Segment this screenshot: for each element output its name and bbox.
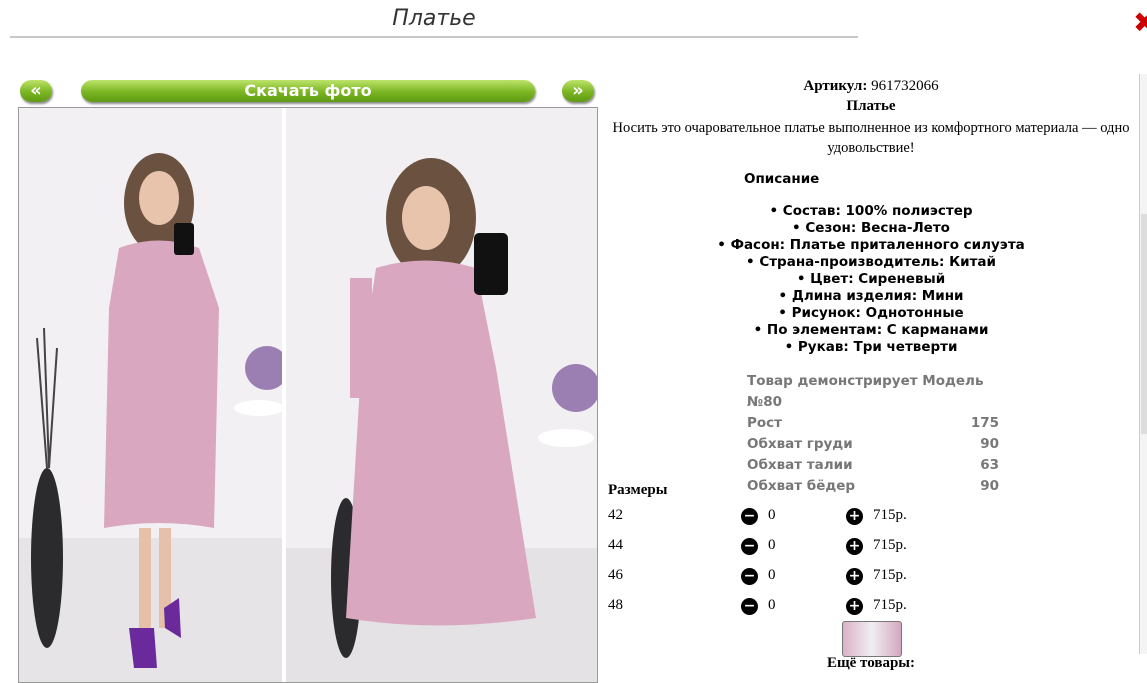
model-row: Обхват бёдер 90	[747, 476, 999, 497]
feature-item: • Рукав: Три четверти	[784, 339, 958, 355]
product-thumbnail[interactable]	[842, 621, 902, 657]
model-heading: Товар демонстрирует Модель №80	[747, 373, 984, 410]
feature-item: • Длина изделия: Мини	[778, 288, 964, 304]
feature-item: • Состав: 100% полиэстер	[769, 203, 973, 219]
size-quantity: 0	[768, 537, 776, 553]
size-price: 715р.	[873, 567, 907, 583]
size-row: 46 − 0 + 715р.	[608, 567, 928, 587]
feature-item: • По элементам: С карманами	[753, 322, 989, 338]
download-photo-button[interactable]: Скачать фото	[81, 80, 535, 102]
model-row-value: 90	[980, 436, 999, 452]
feature-item: • Сезон: Весна-Лето	[792, 220, 950, 236]
size-row: 48 − 0 + 715р.	[608, 597, 928, 617]
minus-circle-icon[interactable]: −	[741, 598, 758, 615]
size-label: 42	[608, 507, 623, 523]
model-row-value: 90	[980, 478, 999, 494]
minus-circle-icon[interactable]: −	[741, 538, 758, 555]
dress-photo-selfie[interactable]	[286, 108, 597, 682]
size-price: 715р.	[873, 537, 907, 553]
feature-item: • Страна-производитель: Китай	[745, 254, 996, 270]
model-row-value: 63	[980, 457, 999, 473]
model-row-label: Обхват груди	[747, 436, 853, 452]
size-label: 46	[608, 567, 623, 583]
plus-circle-icon[interactable]: +	[846, 538, 863, 555]
next-photo-button[interactable]: »	[562, 80, 594, 102]
dress-photo-front[interactable]	[19, 108, 282, 682]
size-quantity: 0	[768, 597, 776, 613]
close-icon[interactable]: ✖	[1133, 8, 1147, 38]
plus-circle-icon[interactable]: +	[846, 598, 863, 615]
title-divider	[10, 36, 858, 38]
model-row-label: Рост	[747, 415, 782, 431]
product-tagline: Носить это очаровательное платье выполне…	[612, 120, 1130, 156]
more-products-heading: Ещё товары:	[826, 655, 916, 671]
feature-item: • Цвет: Сиреневый	[796, 271, 946, 287]
feature-item: • Рисунок: Однотонные	[778, 305, 964, 321]
feature-list: • Состав: 100% полиэстер • Сезон: Весна-…	[598, 203, 1144, 356]
model-row: Обхват груди 90	[747, 434, 999, 455]
page-title: Платье	[392, 6, 476, 31]
size-row: 44 − 0 + 715р.	[608, 537, 928, 557]
model-row-label: Обхват бёдер	[747, 478, 856, 494]
model-measurements: Товар демонстрирует Модель №80 Рост 175 …	[747, 371, 999, 497]
plus-circle-icon[interactable]: +	[846, 508, 863, 525]
model-row-label: Обхват талии	[747, 457, 853, 473]
description-heading: Описание	[744, 171, 820, 187]
size-label: 44	[608, 537, 623, 553]
article-label: Артикул:	[803, 78, 868, 94]
article-value: 961732066	[871, 78, 939, 94]
minus-circle-icon[interactable]: −	[741, 508, 758, 525]
plus-circle-icon[interactable]: +	[846, 568, 863, 585]
model-row: Обхват талии 63	[747, 455, 999, 476]
scrollbar-thumb[interactable]	[1141, 214, 1147, 434]
article-line: Артикул: 961732066	[598, 78, 1144, 95]
size-row: 42 − 0 + 715р.	[608, 507, 928, 527]
model-row: Рост 175	[747, 413, 999, 434]
minus-circle-icon[interactable]: −	[741, 568, 758, 585]
scrollbar[interactable]	[1139, 74, 1147, 654]
size-price: 715р.	[873, 597, 907, 613]
sizes-heading: Размеры	[608, 482, 668, 498]
photo-gallery	[18, 107, 598, 683]
size-quantity: 0	[768, 567, 776, 583]
feature-item: • Фасон: Платье приталенного силуэта	[717, 237, 1025, 253]
product-name: Платье	[846, 98, 896, 114]
prev-photo-button[interactable]: «	[20, 80, 52, 102]
model-row-value: 175	[970, 415, 999, 431]
size-price: 715р.	[873, 507, 907, 523]
size-quantity: 0	[768, 507, 776, 523]
size-label: 48	[608, 597, 623, 613]
